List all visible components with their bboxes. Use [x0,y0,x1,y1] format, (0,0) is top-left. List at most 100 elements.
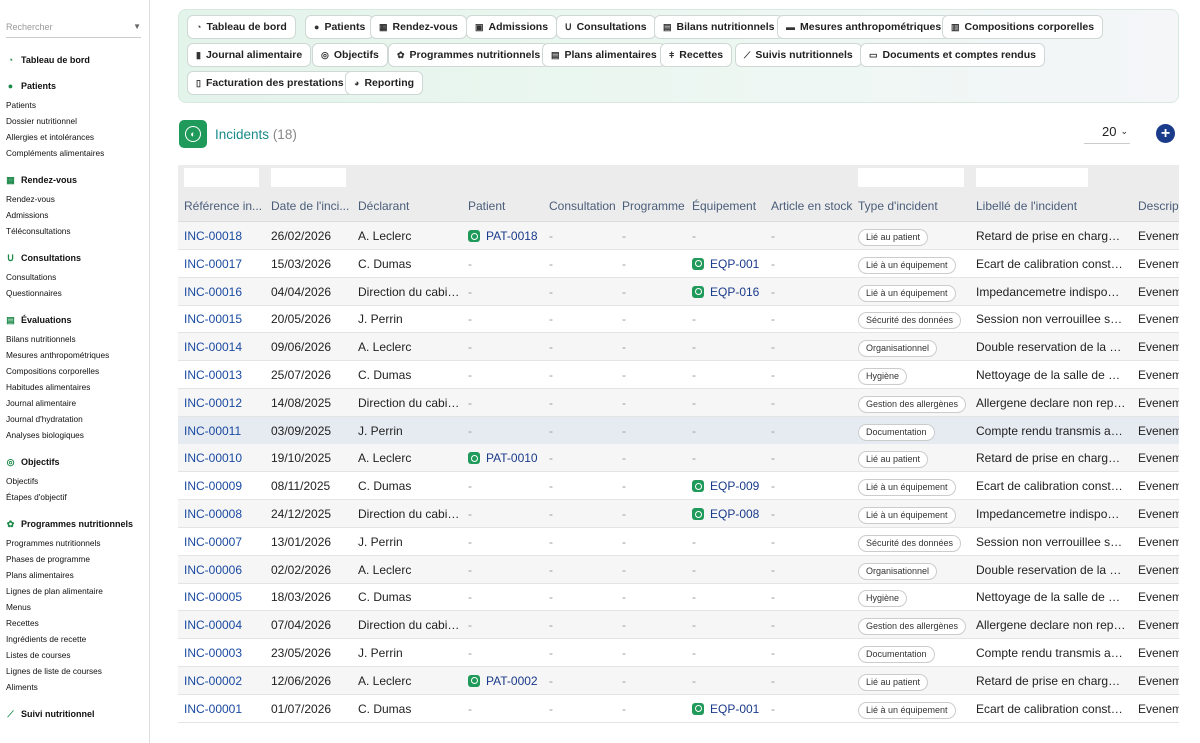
cell-patient[interactable]: PAT-0018 [468,222,543,250]
cell-ref[interactable]: INC-00004 [184,611,264,639]
nav-button-16[interactable]: ◕ Reporting [345,71,424,95]
equipement-link[interactable]: EQP-009 [710,472,759,500]
cell-ref[interactable]: INC-00009 [184,472,264,500]
sidebar-item[interactable]: Dossier nutritionnel [0,113,149,129]
nav-button-15[interactable]: ▯ Facturation des prestations [187,71,353,95]
column-header[interactable]: Consultation [549,191,619,222]
sidebar-item[interactable]: Bilans nutritionnels [0,331,149,347]
filter-libelle[interactable] [976,168,1088,187]
nav-button-1[interactable]: ● Patients [305,15,375,39]
sidebar-item[interactable]: Téléconsultations [0,223,149,239]
sidebar-item[interactable]: Ingrédients de recette [0,631,149,647]
patient-link[interactable]: PAT-0010 [486,444,538,472]
sidebar-item[interactable]: Lignes de plan alimentaire [0,583,149,599]
sidebar-section-4[interactable]: ▤ Évaluations [0,313,149,327]
search-input[interactable]: Rechercher ▼ [6,16,141,38]
cell-ref[interactable]: INC-00008 [184,500,264,528]
cell-ref[interactable]: INC-00013 [184,361,264,389]
column-header[interactable]: Patient [468,191,543,222]
per-page-select[interactable]: 20 ⌄ [1084,120,1130,144]
nav-button-0[interactable]: ◔ Tableau de bord [187,15,296,39]
table-row[interactable]: INC-00002 12/06/2026 A. Leclerc PAT-0002- - -… [178,666,1179,695]
table-row[interactable]: INC-00010 19/10/2025 A. Leclerc PAT-0010- - -… [178,444,1179,473]
cell-equipement[interactable]: EQP-001 [692,695,767,723]
table-row[interactable]: INC-00011 03/09/2025 J. Perrin - - - - - Documen… [178,416,1179,445]
nav-button-13[interactable]: ⟋ Suivis nutritionnels [735,43,862,67]
sidebar-section-6[interactable]: ✿ Programmes nutritionnels [0,517,149,531]
sidebar-item[interactable]: Programmes nutritionnels [0,535,149,551]
cell-ref[interactable]: INC-00007 [184,528,264,556]
table-row[interactable]: INC-00018 26/02/2026 A. Leclerc PAT-0018- - -… [178,222,1179,250]
cell-ref[interactable]: INC-00002 [184,667,264,695]
table-row[interactable]: INC-00013 25/07/2026 C. Dumas - - - - - Hygiène N… [178,361,1179,389]
sidebar-item[interactable]: Rendez-vous [0,191,149,207]
sidebar-item[interactable]: Phases de programme [0,551,149,567]
column-header[interactable]: Déclarant [358,191,463,222]
table-row[interactable]: INC-00003 23/05/2026 J. Perrin - - - - - Documen… [178,639,1179,667]
sidebar-item[interactable]: Consultations [0,269,149,285]
cell-equipement[interactable]: EQP-016 [692,278,767,306]
cell-ref[interactable]: INC-00016 [184,278,264,306]
cell-patient[interactable]: PAT-0002 [468,667,543,695]
nav-button-11[interactable]: ▤ Plans alimentaires [542,43,666,67]
cell-ref[interactable]: INC-00012 [184,389,264,417]
cell-ref[interactable]: INC-00001 [184,695,264,723]
cell-ref[interactable]: INC-00017 [184,250,264,278]
cell-ref[interactable]: INC-00014 [184,333,264,361]
sidebar-section-1[interactable]: ● Patients [0,79,149,93]
table-row[interactable]: INC-00017 15/03/2026 C. Dumas - - - EQP-001- Li… [178,250,1179,278]
sidebar-section-5[interactable]: ◎ Objectifs [0,455,149,469]
table-row[interactable]: INC-00001 01/07/2026 C. Dumas - - - EQP-001- Li… [178,695,1179,723]
nav-button-12[interactable]: ǂ Recettes [660,43,733,67]
sidebar-section-3[interactable]: ᑌ Consultations [0,251,149,265]
filter-date[interactable] [271,168,346,187]
nav-button-6[interactable]: ▬ Mesures anthropométriques [777,15,951,39]
sidebar-item[interactable]: Questionnaires [0,285,149,301]
equipement-link[interactable]: EQP-001 [710,695,759,723]
sidebar-item[interactable]: Compléments alimentaires [0,145,149,161]
sidebar-section-0[interactable]: ◔ Tableau de bord [0,53,149,67]
sidebar-item[interactable]: Étapes d'objectif [0,489,149,505]
table-row[interactable]: INC-00012 14/08/2025 Direction du cabinet -… [178,388,1179,417]
nav-button-3[interactable]: ▣ Admissions [466,15,558,39]
cell-ref[interactable]: INC-00011 [184,417,264,445]
sidebar-item[interactable]: Listes de courses [0,647,149,663]
equipement-link[interactable]: EQP-016 [710,278,759,306]
table-row[interactable]: INC-00008 24/12/2025 Direction du cabinet -… [178,500,1179,528]
sidebar-section-7[interactable]: ⟋ Suivi nutritionnel [0,707,149,721]
sidebar-section-2[interactable]: ▦ Rendez-vous [0,173,149,187]
column-header[interactable]: Libellé de l'incident [976,191,1126,222]
chevron-down-icon[interactable]: ▼ [133,22,141,31]
table-row[interactable]: INC-00009 08/11/2025 C. Dumas - - - EQP-009- Li… [178,472,1179,501]
table-row[interactable]: INC-00007 13/01/2026 J. Perrin - - - - - Sécurit… [178,528,1179,556]
sidebar-item[interactable]: Admissions [0,207,149,223]
sidebar-item[interactable]: Allergies et intolérances [0,129,149,145]
column-header[interactable]: Référence in... [184,191,264,222]
cell-equipement[interactable]: EQP-008 [692,500,767,528]
nav-button-7[interactable]: ▥ Compositions corporelles [942,15,1104,39]
add-incident-button[interactable]: + [1156,124,1175,143]
column-header[interactable]: Descript [1138,191,1179,222]
column-header[interactable]: Article en stock [771,191,853,222]
table-row[interactable]: INC-00004 07/04/2026 Direction du cabinet -… [178,611,1179,640]
table-row[interactable]: INC-00005 18/03/2026 C. Dumas - - - - - Hygiène N… [178,583,1179,612]
sidebar-item[interactable]: Menus [0,599,149,615]
nav-button-10[interactable]: ✿ Programmes nutritionnels [388,43,550,67]
cell-equipement[interactable]: EQP-001 [692,250,767,278]
equipement-link[interactable]: EQP-008 [710,500,759,528]
nav-button-14[interactable]: ▭ Documents et comptes rendus [860,43,1045,67]
sidebar-item[interactable]: Recettes [0,615,149,631]
filter-type[interactable] [858,168,964,187]
column-header[interactable]: Type d'incident [858,191,973,222]
cell-ref[interactable]: INC-00003 [184,639,264,667]
table-row[interactable]: INC-00016 04/04/2026 Direction du cabinet -… [178,277,1179,306]
sidebar-item[interactable]: Plans alimentaires [0,567,149,583]
sidebar-item[interactable]: Aliments [0,679,149,695]
patient-link[interactable]: PAT-0002 [486,667,538,695]
filter-reference[interactable] [184,168,259,187]
cell-ref[interactable]: INC-00018 [184,222,264,250]
cell-patient[interactable]: PAT-0010 [468,444,543,472]
sidebar-item[interactable]: Journal alimentaire [0,395,149,411]
sidebar-item[interactable]: Mesures anthropométriques [0,347,149,363]
sidebar-item[interactable]: Lignes de liste de courses [0,663,149,679]
